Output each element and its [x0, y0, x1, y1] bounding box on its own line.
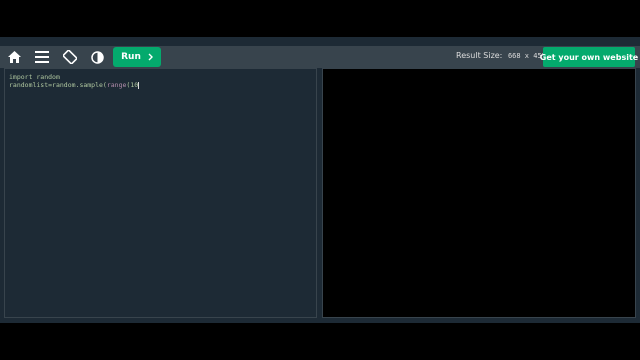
home-icon[interactable]	[6, 49, 22, 65]
result-panel	[322, 68, 636, 318]
run-label: Run	[121, 52, 141, 62]
result-size-label: Result Size:	[456, 51, 503, 60]
code-line-2: randomlist=random.sample(range(10	[9, 81, 140, 89]
contrast-icon[interactable]	[89, 49, 105, 65]
code-line-2-suffix: (10	[126, 81, 139, 89]
code-content[interactable]: import random randomlist=random.sample(r…	[9, 73, 140, 89]
code-editor[interactable]: import random randomlist=random.sample(r…	[4, 68, 317, 318]
rotate-icon[interactable]	[62, 49, 78, 65]
get-your-own-website-button[interactable]: Get your own website	[540, 47, 638, 67]
run-button[interactable]: Run	[113, 47, 161, 67]
menu-icon[interactable]	[34, 49, 50, 65]
chevron-right-icon	[148, 53, 153, 61]
text-cursor	[138, 81, 140, 89]
toolbar: Run Result Size: 668 x 457 Get your own …	[0, 46, 640, 68]
code-line-2-prefix: randomlist=random.sample(	[9, 81, 107, 89]
result-size: Result Size: 668 x 457	[456, 51, 546, 60]
code-line-1: import random	[9, 73, 60, 81]
code-line-2-func: range	[106, 81, 127, 89]
